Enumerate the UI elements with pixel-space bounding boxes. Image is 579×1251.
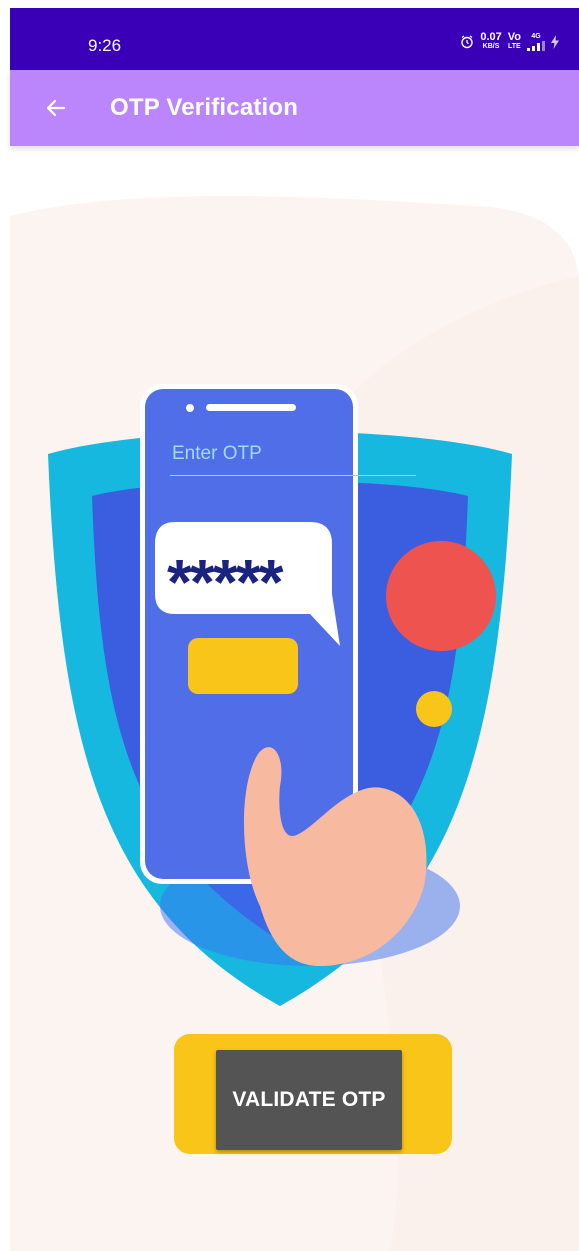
yellow-dot xyxy=(416,691,452,727)
phone-speaker xyxy=(206,404,296,411)
yellow-pill xyxy=(188,638,298,694)
arrow-left-icon xyxy=(46,99,66,117)
otp-masked-code: ***** xyxy=(167,546,284,618)
otp-input[interactable] xyxy=(170,436,416,476)
status-icons: 0.07 KB/S Vo LTE 4G xyxy=(460,32,559,51)
status-time: 9:26 xyxy=(88,36,122,55)
network-indicator: 4G xyxy=(527,33,545,51)
alarm-icon xyxy=(461,35,474,48)
validate-otp-button[interactable]: VALIDATE OTP xyxy=(216,1050,402,1150)
net-speed-unit: KB/S xyxy=(482,43,500,50)
net-speed-value: 0.07 xyxy=(480,31,502,43)
network-type: 4G xyxy=(531,32,541,40)
page-title: OTP Verification xyxy=(110,94,299,121)
volte-bottom: LTE xyxy=(508,43,521,50)
app-bar: OTP Verification xyxy=(10,70,579,146)
main-content: ***** VALIDATE OTP xyxy=(10,146,579,1251)
red-circle xyxy=(386,541,496,651)
volte-indicator: Vo LTE xyxy=(508,32,521,51)
net-speed: 0.07 KB/S xyxy=(480,32,501,51)
back-button[interactable] xyxy=(38,90,74,126)
status-bar: 9:26 0.07 KB/S Vo LTE 4G xyxy=(10,8,579,70)
charging-icon xyxy=(551,34,559,49)
volte-top: Vo xyxy=(507,31,521,43)
phone-camera xyxy=(186,404,194,412)
signal-icon xyxy=(527,40,545,51)
